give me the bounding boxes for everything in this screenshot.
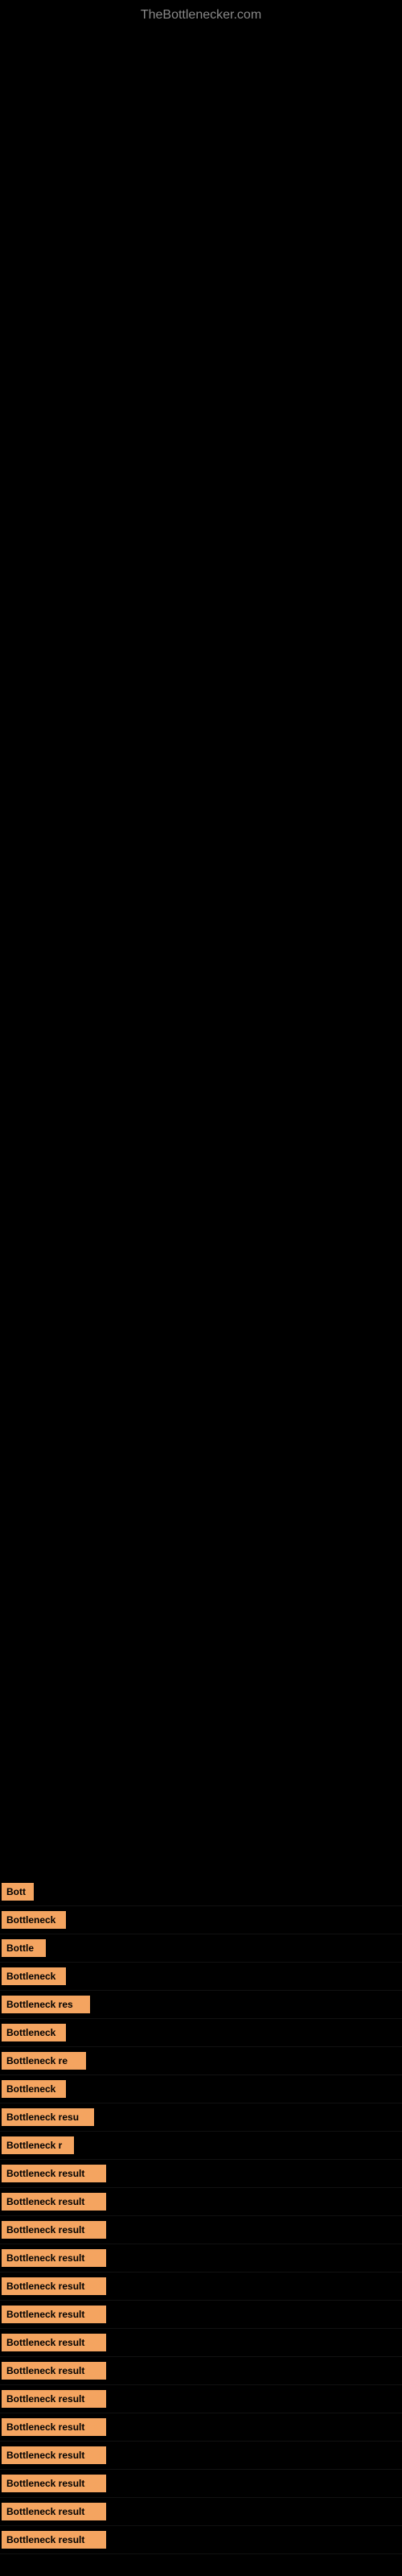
bottleneck-result-label: Bottleneck result — [2, 2446, 106, 2464]
bottleneck-result-row: Bottleneck result — [0, 2188, 402, 2216]
bottleneck-result-label: Bottleneck result — [2, 2503, 106, 2520]
bottleneck-result-row: Bott — [0, 1878, 402, 1906]
bottleneck-result-label: Bottleneck — [2, 1911, 66, 1929]
bottleneck-result-row: Bottleneck resu — [0, 2103, 402, 2132]
bottleneck-result-label: Bottleneck result — [2, 2390, 106, 2408]
results-section: Bott Bottleneck Bottle Bottleneck Bottleneck… — [0, 1878, 402, 2554]
bottleneck-result-row: Bottleneck r — [0, 2132, 402, 2160]
bottleneck-result-row: Bottleneck result — [0, 2498, 402, 2526]
bottleneck-result-row: Bottleneck result — [0, 2244, 402, 2273]
bottleneck-result-label: Bott — [2, 1883, 34, 1901]
bottleneck-result-label: Bottleneck — [2, 2080, 66, 2098]
bottleneck-result-row: Bottleneck result — [0, 2442, 402, 2470]
bottleneck-result-row: Bottleneck — [0, 1906, 402, 1934]
site-header: TheBottlenecker.com — [0, 0, 402, 27]
bottleneck-result-row: Bottleneck — [0, 1963, 402, 1991]
bottleneck-result-row: Bottleneck result — [0, 2357, 402, 2385]
site-title: TheBottlenecker.com — [0, 0, 402, 27]
bottleneck-result-label: Bottleneck result — [2, 2221, 106, 2239]
bottleneck-result-row: Bottleneck result — [0, 2216, 402, 2244]
bottleneck-result-label: Bottleneck result — [2, 2306, 106, 2323]
bottleneck-result-label: Bottle — [2, 1939, 46, 1957]
bottleneck-result-row: Bottleneck result — [0, 2385, 402, 2413]
bottleneck-result-row: Bottleneck result — [0, 2526, 402, 2554]
bottleneck-result-label: Bottleneck r — [2, 2136, 74, 2154]
bottleneck-result-row: Bottleneck res — [0, 1991, 402, 2019]
bottleneck-result-row: Bottleneck result — [0, 2413, 402, 2442]
bottleneck-result-row: Bottleneck result — [0, 2160, 402, 2188]
bottleneck-result-label: Bottleneck res — [2, 1996, 90, 2013]
bottleneck-result-label: Bottleneck result — [2, 2193, 106, 2211]
bottleneck-result-label: Bottleneck result — [2, 2249, 106, 2267]
bottleneck-result-label: Bottleneck — [2, 2024, 66, 2041]
bottleneck-result-label: Bottleneck result — [2, 2165, 106, 2182]
bottleneck-result-label: Bottleneck — [2, 1967, 66, 1985]
bottleneck-result-label: Bottleneck re — [2, 2052, 86, 2070]
bottleneck-result-row: Bottleneck result — [0, 2329, 402, 2357]
bottleneck-result-label: Bottleneck result — [2, 2475, 106, 2492]
bottleneck-result-row: Bottleneck re — [0, 2047, 402, 2075]
bottleneck-result-row: Bottleneck — [0, 2075, 402, 2103]
bottleneck-result-label: Bottleneck result — [2, 2277, 106, 2295]
bottleneck-result-row: Bottleneck result — [0, 2273, 402, 2301]
chart-area — [0, 27, 402, 1878]
bottleneck-result-label: Bottleneck resu — [2, 2108, 94, 2126]
bottleneck-result-row: Bottleneck result — [0, 2470, 402, 2498]
bottleneck-result-label: Bottleneck result — [2, 2531, 106, 2549]
bottleneck-result-label: Bottleneck result — [2, 2418, 106, 2436]
bottleneck-result-row: Bottle — [0, 1934, 402, 1963]
bottleneck-result-row: Bottleneck — [0, 2019, 402, 2047]
bottleneck-result-label: Bottleneck result — [2, 2362, 106, 2380]
bottleneck-result-label: Bottleneck result — [2, 2334, 106, 2351]
bottleneck-result-row: Bottleneck result — [0, 2301, 402, 2329]
